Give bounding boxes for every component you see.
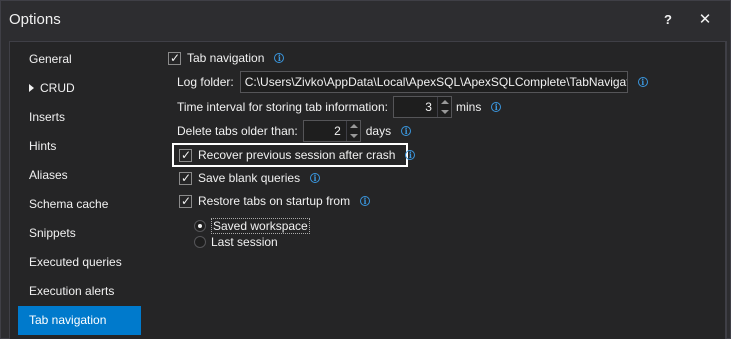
last-session-radio[interactable] [194, 236, 206, 248]
spin-down-icon[interactable] [347, 131, 360, 141]
options-sidebar: General CRUD Inserts Hints Aliases Schem… [10, 42, 150, 339]
sidebar-item-general[interactable]: General [18, 45, 141, 74]
last-session-label[interactable]: Last session [211, 235, 278, 249]
delete-tabs-label: Delete tabs older than: [177, 124, 298, 138]
log-folder-path: C:\Users\Zivko\AppData\Local\ApexSQL\Ape… [244, 75, 628, 89]
restore-tabs-checkbox[interactable]: ✓ [179, 193, 192, 208]
sidebar-item-label: Snippets [29, 226, 76, 240]
right-edge [726, 41, 727, 339]
dialog-title: Options [9, 11, 61, 28]
sidebar-item-label: Schema cache [29, 197, 109, 211]
restore-tabs-label: Restore tabs on startup from [198, 194, 351, 208]
info-icon[interactable]: i [405, 150, 416, 160]
info-icon[interactable]: i [360, 196, 371, 206]
close-button[interactable]: ✕ [694, 9, 716, 31]
sidebar-item-label: Hints [29, 139, 57, 153]
restore-last-session-option: Last session [194, 234, 278, 250]
saved-workspace-radio[interactable] [194, 220, 206, 232]
sidebar-item-executed-queries[interactable]: Executed queries [18, 248, 141, 277]
sidebar-item-tab-navigation[interactable]: Tab navigation [18, 306, 141, 335]
info-icon[interactable]: i [274, 53, 285, 63]
tab-navigation-label: Tab navigation [187, 51, 265, 65]
info-icon[interactable]: i [310, 173, 321, 183]
save-blank-checkbox[interactable]: ✓ [179, 170, 192, 185]
recover-session-option: ✓ Recover previous session after crash i [179, 146, 416, 164]
log-folder-field[interactable]: C:\Users\Zivko\AppData\Local\ApexSQL\Ape… [239, 71, 628, 93]
sidebar-item-label: Execution alerts [29, 284, 115, 298]
spin-down-icon[interactable] [438, 107, 451, 117]
title-bar: Options ? ✕ [1, 1, 731, 39]
restore-saved-workspace-option: Saved workspace [194, 218, 310, 234]
sidebar-item-aliases[interactable]: Aliases [18, 161, 141, 190]
info-icon[interactable]: i [401, 126, 412, 136]
sidebar-item-label: Tab navigation [29, 313, 107, 327]
spin-up-icon[interactable] [347, 121, 360, 131]
time-interval-value[interactable]: 3 [394, 97, 437, 117]
log-folder-row: Log folder: C:\Users\Zivko\AppData\Local… [177, 71, 648, 93]
checkmark-icon: ✓ [170, 50, 181, 65]
recover-session-label: Recover previous session after crash [198, 148, 396, 162]
time-interval-label: Time interval for storing tab informatio… [177, 100, 388, 114]
delete-tabs-value[interactable]: 2 [304, 121, 346, 141]
save-blank-option: ✓ Save blank queries i [179, 169, 321, 187]
spin-up-icon[interactable] [438, 97, 451, 107]
saved-workspace-label[interactable]: Saved workspace [211, 218, 310, 234]
time-interval-row: Time interval for storing tab informatio… [177, 96, 502, 118]
sidebar-item-label: Executed queries [29, 255, 122, 269]
expand-arrow-icon[interactable] [29, 83, 34, 92]
settings-panel: ✓ Tab navigation i Log folder: C:\Users\… [151, 42, 725, 339]
recover-session-checkbox[interactable]: ✓ [179, 147, 192, 162]
log-folder-label: Log folder: [177, 75, 234, 89]
sidebar-item-hints[interactable]: Hints [18, 132, 141, 161]
sidebar-item-execution-alerts[interactable]: Execution alerts [18, 277, 141, 306]
sidebar-item-label: General [29, 52, 72, 66]
time-interval-unit: mins [455, 100, 482, 114]
time-interval-stepper[interactable]: 3 [392, 96, 452, 118]
info-icon[interactable]: i [637, 77, 648, 87]
sidebar-item-schema-cache[interactable]: Schema cache [18, 190, 141, 219]
restore-tabs-option: ✓ Restore tabs on startup from i [179, 192, 371, 210]
options-dialog: Options ? ✕ General CRUD Inserts Hints A… [0, 0, 731, 339]
sidebar-item-crud[interactable]: CRUD [18, 74, 141, 103]
tab-navigation-checkbox[interactable]: ✓ [168, 50, 181, 65]
delete-tabs-unit: days [365, 124, 392, 138]
help-button[interactable]: ? [657, 9, 679, 31]
checkmark-icon: ✓ [181, 193, 192, 208]
tab-navigation-option: ✓ Tab navigation i [168, 49, 285, 67]
save-blank-label: Save blank queries [198, 171, 301, 185]
sidebar-item-label: CRUD [40, 81, 75, 95]
sidebar-item-inserts[interactable]: Inserts [18, 103, 141, 132]
sidebar-item-label: Inserts [29, 110, 66, 124]
delete-tabs-stepper[interactable]: 2 [302, 120, 361, 142]
sidebar-item-label: Aliases [29, 168, 68, 182]
info-icon[interactable]: i [491, 102, 502, 112]
checkmark-icon: ✓ [181, 147, 192, 162]
delete-tabs-row: Delete tabs older than: 2 days i [177, 120, 412, 142]
sidebar-item-snippets[interactable]: Snippets [18, 219, 141, 248]
checkmark-icon: ✓ [181, 170, 192, 185]
